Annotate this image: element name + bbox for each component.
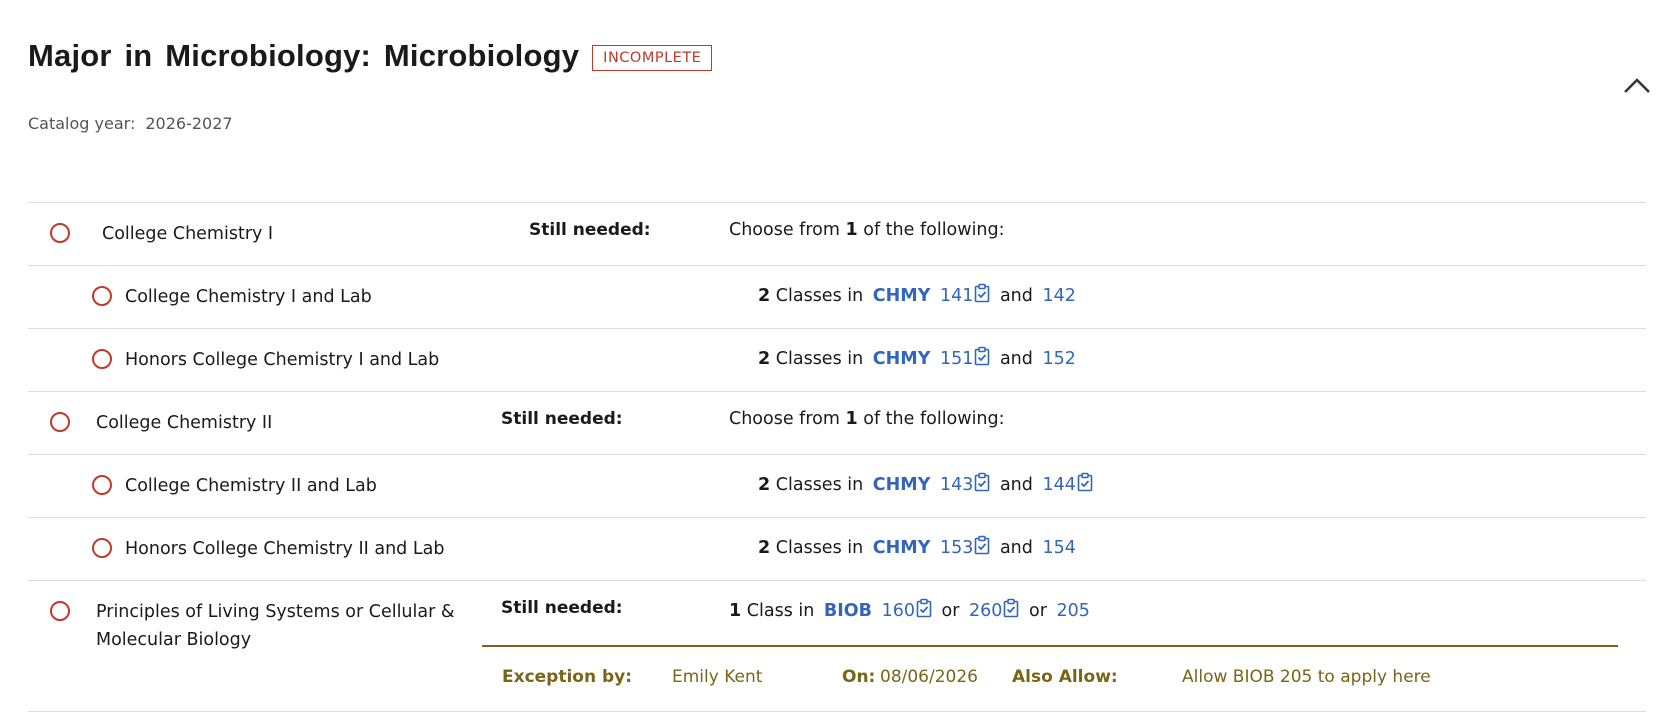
- incomplete-circle-icon: [92, 475, 112, 495]
- choose-suffix: of the following:: [863, 220, 1005, 240]
- subject-link[interactable]: BIOB: [824, 601, 872, 621]
- requirement-detail: 2 Classes in CHMY 151 and 152: [758, 346, 1076, 369]
- sub-requirement-row: Honors College Chemistry I and Lab 2 Cla…: [28, 328, 1646, 391]
- course-link[interactable]: 153: [940, 538, 973, 558]
- class-unit: Classes in: [775, 475, 864, 495]
- conjunction: and: [999, 349, 1033, 369]
- incomplete-circle-icon: [50, 223, 70, 243]
- catalog-year-label: Catalog year:: [28, 114, 136, 133]
- requirement-row: College Chemistry II Still needed: Choos…: [28, 391, 1646, 454]
- requirement-detail: 2 Classes in CHMY 141 and 142: [758, 283, 1076, 306]
- requirement-label: Principles of Living Systems or Cellular…: [96, 602, 455, 650]
- class-unit: Classes in: [775, 286, 864, 306]
- choose-prefix: Choose from: [729, 409, 840, 429]
- course-link[interactable]: 260: [969, 601, 1002, 621]
- course-link[interactable]: 205: [1057, 601, 1090, 621]
- requirement-label: College Chemistry I and Lab: [125, 287, 372, 307]
- course-link[interactable]: 151: [940, 349, 973, 369]
- subject-link[interactable]: CHMY: [873, 286, 931, 306]
- requirement-detail: Choose from 1 of the following:: [729, 409, 1005, 429]
- incomplete-circle-icon: [92, 349, 112, 369]
- clipboard-check-icon: [975, 535, 990, 555]
- class-count: 2: [758, 286, 771, 306]
- subject-link[interactable]: CHMY: [873, 538, 931, 558]
- still-needed-label: Still needed:: [501, 598, 623, 618]
- subject-link[interactable]: CHMY: [873, 349, 931, 369]
- sub-requirement-row: Honors College Chemistry II and Lab 2 Cl…: [28, 517, 1646, 580]
- course-link[interactable]: 143: [940, 475, 973, 495]
- catalog-year: Catalog year: 2026-2027: [28, 114, 233, 133]
- block-header: Major in Microbiology: Microbiology INCO…: [28, 38, 713, 74]
- requirement-label: College Chemistry II and Lab: [125, 476, 377, 496]
- choose-prefix: Choose from: [729, 220, 840, 240]
- conjunction: or: [1029, 601, 1047, 621]
- course-link[interactable]: 154: [1042, 538, 1075, 558]
- class-unit: Classes in: [775, 538, 864, 558]
- clipboard-check-icon: [975, 346, 990, 366]
- chevron-up-icon: [1624, 78, 1650, 93]
- conjunction: and: [999, 538, 1033, 558]
- clipboard-check-icon: [975, 472, 990, 492]
- class-unit: Classes in: [775, 349, 864, 369]
- requirement-label: College Chemistry II: [96, 413, 273, 433]
- clipboard-check-icon: [975, 283, 990, 303]
- incomplete-circle-icon: [50, 412, 70, 432]
- still-needed-label: Still needed:: [529, 220, 651, 240]
- requirement-row: Principles of Living Systems or Cellular…: [28, 580, 1646, 712]
- collapse-button[interactable]: [1620, 72, 1654, 100]
- choose-suffix: of the following:: [863, 409, 1005, 429]
- also-allow-value: Allow BIOB 205 to apply here: [1182, 667, 1431, 687]
- block-title: Major in Microbiology: Microbiology: [28, 38, 580, 73]
- choose-count: 1: [845, 220, 858, 240]
- requirement-label: Honors College Chemistry I and Lab: [125, 350, 440, 370]
- requirements-table: College Chemistry I Still needed: Choose…: [28, 202, 1646, 712]
- status-badge: INCOMPLETE: [592, 45, 713, 71]
- course-link[interactable]: 144: [1042, 475, 1075, 495]
- requirement-detail: 2 Classes in CHMY 153 and 154: [758, 535, 1076, 558]
- requirement-label: Honors College Chemistry II and Lab: [125, 539, 445, 559]
- class-count: 2: [758, 349, 771, 369]
- class-count: 2: [758, 475, 771, 495]
- course-link[interactable]: 160: [882, 601, 915, 621]
- class-count: 1: [729, 601, 742, 621]
- conjunction: or: [941, 601, 960, 621]
- class-unit: Class in: [746, 601, 815, 621]
- exception-on-label: On:: [842, 667, 876, 687]
- clipboard-check-icon: [916, 598, 932, 618]
- sub-requirement-row: College Chemistry I and Lab 2 Classes in…: [28, 265, 1646, 328]
- exception-by-label: Exception by:: [502, 667, 633, 687]
- incomplete-circle-icon: [92, 538, 112, 558]
- incomplete-circle-icon: [92, 286, 112, 306]
- requirement-row: College Chemistry I Still needed: Choose…: [28, 202, 1646, 265]
- course-link[interactable]: 142: [1042, 286, 1075, 306]
- clipboard-check-icon: [1004, 598, 1019, 618]
- conjunction: and: [999, 475, 1033, 495]
- requirement-label: College Chemistry I: [102, 224, 274, 244]
- course-link[interactable]: 152: [1042, 349, 1075, 369]
- still-needed-label: Still needed:: [501, 409, 623, 429]
- choose-count: 1: [845, 409, 858, 429]
- course-link[interactable]: 141: [940, 286, 973, 306]
- subject-link[interactable]: CHMY: [873, 475, 931, 495]
- incomplete-circle-icon: [50, 601, 70, 621]
- exception-panel: Exception by: Emily Kent On: 08/06/2026 …: [482, 645, 1618, 711]
- class-count: 2: [758, 538, 771, 558]
- also-allow-label: Also Allow:: [1012, 667, 1118, 687]
- requirement-detail: Choose from 1 of the following:: [729, 220, 1005, 240]
- sub-requirement-row: College Chemistry II and Lab 2 Classes i…: [28, 454, 1646, 517]
- requirement-detail: 2 Classes in CHMY 143 and 144: [758, 472, 1093, 495]
- clipboard-check-icon: [1077, 472, 1093, 492]
- degree-audit-block: Major in Microbiology: Microbiology INCO…: [0, 0, 1672, 720]
- exception-by-value: Emily Kent: [672, 667, 763, 687]
- exception-on-value: 08/06/2026: [880, 667, 978, 687]
- conjunction: and: [999, 286, 1033, 306]
- requirement-detail: 1 Class in BIOB 160 or 260 or 205: [729, 598, 1090, 621]
- catalog-year-value: 2026-2027: [145, 114, 233, 133]
